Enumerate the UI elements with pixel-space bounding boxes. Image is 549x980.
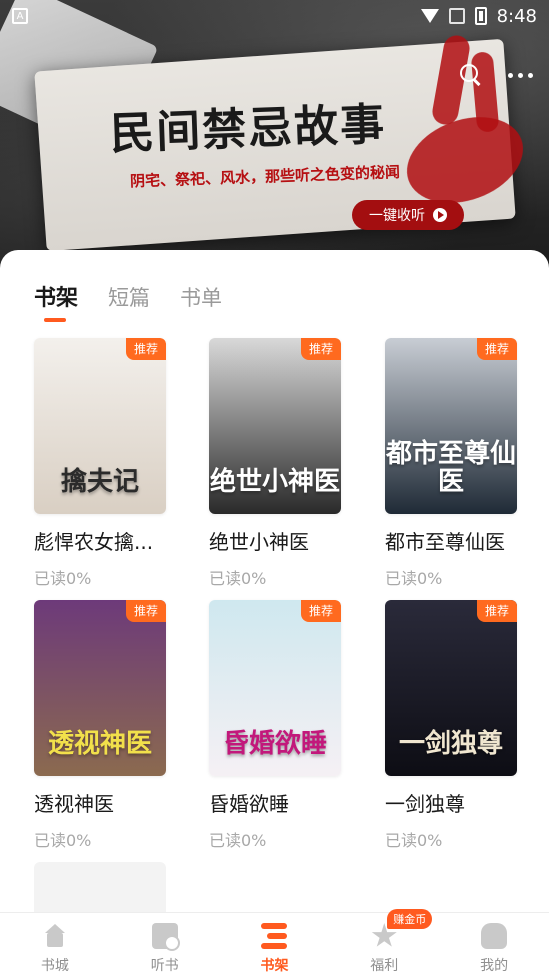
nav-welfare[interactable]: 赚金币 福利 — [339, 909, 433, 975]
nav-label: 听书 — [150, 958, 179, 974]
book-card[interactable]: 都市至尊仙医 推荐 都市至尊仙医 已读0% — [385, 338, 517, 589]
shelf-icon — [261, 923, 288, 949]
recommend-tag: 推荐 — [476, 600, 517, 622]
book-cover[interactable]: 透视神医 推荐 — [34, 600, 166, 776]
notification-icon: A — [12, 8, 28, 24]
recommend-tag: 推荐 — [125, 600, 166, 622]
wifi-icon — [420, 9, 439, 23]
book-title: 彪悍农女擒... — [34, 530, 154, 554]
book-cover[interactable]: 都市至尊仙医 推荐 — [385, 338, 517, 514]
book-card[interactable]: 绝世小神医 推荐 绝世小神医 已读0% — [209, 338, 341, 589]
read-progress: 已读0% — [34, 569, 92, 588]
cover-title: 昏婚欲睡 — [222, 728, 327, 759]
tab-book-lists[interactable]: 书单 — [180, 282, 222, 312]
book-card[interactable]: 昏婚欲睡 推荐 昏婚欲睡 已读0% — [209, 600, 341, 851]
read-progress: 已读0% — [209, 569, 267, 588]
search-icon[interactable] — [460, 64, 482, 86]
book-title: 绝世小神医 — [209, 530, 309, 554]
bottom-nav: 书城 听书 书架 赚金币 福利 我的 — [0, 909, 549, 980]
cover-title: 擒夫记 — [60, 466, 139, 497]
book-cover[interactable]: 绝世小神医 推荐 — [209, 338, 341, 514]
nav-label: 书架 — [260, 958, 289, 974]
book-card[interactable]: 擒夫记 推荐 彪悍农女擒... 已读0% — [34, 338, 166, 589]
profile-icon — [481, 923, 508, 949]
listen-now-label: 一键收听 — [369, 208, 425, 224]
cover-title: 一剑独尊 — [398, 728, 503, 759]
earn-coins-badge: 赚金币 — [387, 909, 433, 929]
play-icon — [433, 208, 447, 222]
nav-profile[interactable]: 我的 — [449, 923, 539, 975]
recommend-tag: 推荐 — [300, 338, 341, 360]
listen-icon — [151, 923, 180, 951]
nav-label: 我的 — [480, 958, 509, 974]
home-icon — [42, 923, 68, 949]
shelf-tabs: 书架 短篇 书单 — [34, 280, 222, 322]
read-progress: 已读0% — [385, 569, 443, 588]
book-cover[interactable]: 昏婚欲睡 推荐 — [209, 600, 341, 776]
top-actions — [460, 64, 533, 86]
book-title: 都市至尊仙医 — [385, 530, 505, 554]
book-cover[interactable]: 一剑独尊 推荐 — [385, 600, 517, 776]
nav-label: 书城 — [40, 958, 69, 974]
book-card[interactable]: 透视神医 推荐 透视神医 已读0% — [34, 600, 166, 851]
more-icon[interactable] — [508, 72, 533, 78]
book-cover[interactable]: 擒夫记 推荐 — [34, 338, 166, 514]
recommend-tag: 推荐 — [300, 600, 341, 622]
cover-title: 都市至尊仙医 — [385, 439, 516, 497]
listen-now-button[interactable]: 一键收听 — [352, 200, 464, 230]
no-sim-icon — [448, 8, 465, 24]
promo-banner[interactable]: 民间禁忌故事 阴宅、祭祀、风水，那些听之色变的秘闻 一键收听 — [0, 0, 549, 275]
bookshelf-panel: 书架 短篇 书单 擒夫记 推荐 彪悍农女擒... 已读0% 绝世小神医 推荐 绝… — [0, 250, 549, 980]
book-title: 透视神医 — [34, 792, 114, 816]
battery-icon — [474, 7, 487, 25]
cover-title: 透视神医 — [47, 728, 152, 759]
read-progress: 已读0% — [385, 831, 443, 850]
nav-bookshelf[interactable]: 书架 — [229, 923, 319, 975]
status-time: 8:48 — [496, 5, 537, 27]
status-bar: A 8:48 — [0, 0, 549, 32]
banner-title: 民间禁忌故事 — [109, 99, 387, 160]
book-card[interactable]: 一剑独尊 推荐 一剑独尊 已读0% — [385, 600, 517, 851]
recommend-tag: 推荐 — [476, 338, 517, 360]
read-progress: 已读0% — [209, 831, 267, 850]
nav-label: 福利 — [370, 958, 399, 974]
book-title: 昏婚欲睡 — [209, 792, 289, 816]
book-title: 一剑独尊 — [385, 792, 465, 816]
cover-title: 绝世小神医 — [209, 466, 340, 497]
read-progress: 已读0% — [34, 831, 92, 850]
nav-bookstore[interactable]: 书城 — [10, 923, 100, 975]
recommend-tag: 推荐 — [125, 338, 166, 360]
nav-audiobooks[interactable]: 听书 — [120, 923, 210, 975]
tab-shelf[interactable]: 书架 — [34, 280, 78, 322]
tab-short-stories[interactable]: 短篇 — [108, 282, 150, 312]
